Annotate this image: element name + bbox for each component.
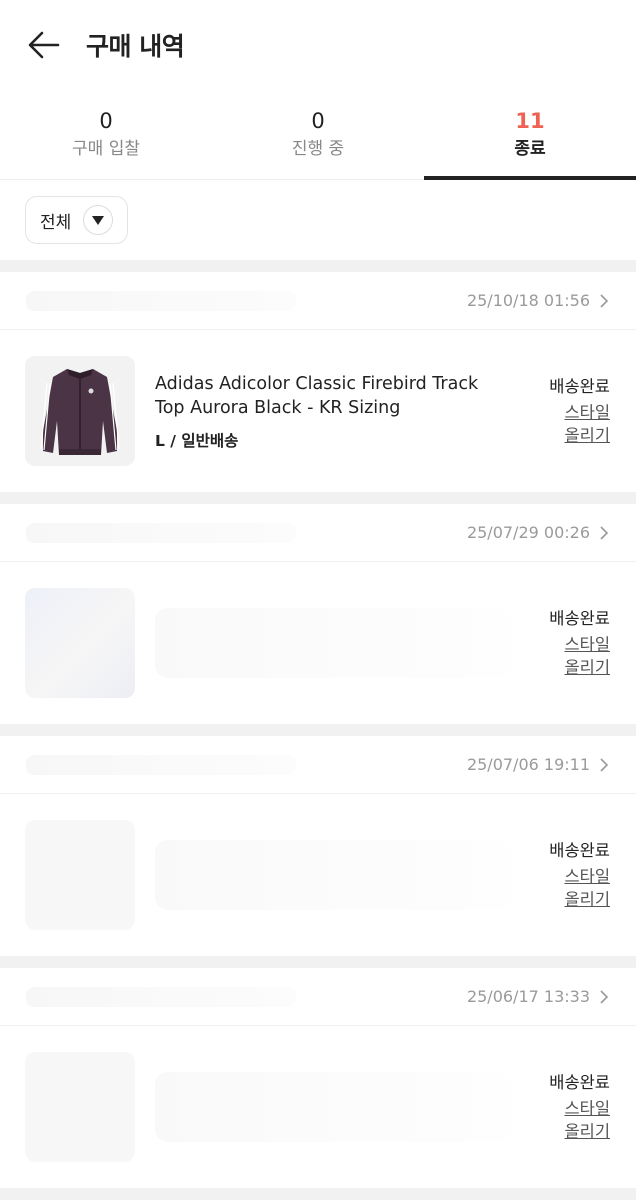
post-style-link[interactable]: 스타일 올리기 bbox=[564, 633, 610, 679]
post-style-link-line1: 스타일 bbox=[564, 403, 610, 422]
section-divider bbox=[0, 260, 636, 272]
order-detail-link[interactable]: 25/06/17 13:33 bbox=[467, 987, 610, 1006]
redacted-order-id bbox=[26, 522, 296, 543]
chevron-right-icon bbox=[600, 525, 609, 540]
order-detail-link[interactable]: 25/10/18 01:56 bbox=[467, 291, 610, 310]
post-style-link[interactable]: 스타일 올리기 bbox=[564, 401, 610, 447]
track-jacket-image bbox=[40, 369, 120, 455]
back-arrow-icon bbox=[28, 31, 60, 59]
section-divider bbox=[0, 956, 636, 968]
post-style-link-line1: 스타일 bbox=[564, 1099, 610, 1118]
status-text: 배송완료 bbox=[549, 377, 610, 396]
filter-label: 전체 bbox=[40, 212, 72, 233]
tab-in-progress[interactable]: 0 진행 중 bbox=[212, 90, 424, 179]
order-status: 배송완료 스타일 올리기 bbox=[524, 1071, 610, 1143]
redacted-product-thumbnail bbox=[25, 1052, 135, 1162]
tab-label: 구매 입찰 bbox=[72, 138, 140, 159]
order-item[interactable]: 배송완료 스타일 올리기 bbox=[0, 562, 636, 724]
section-divider bbox=[0, 724, 636, 736]
status-tabs: 0 구매 입찰 0 진행 중 11 종료 bbox=[0, 90, 636, 180]
redacted-product-info bbox=[155, 1072, 512, 1142]
back-button[interactable] bbox=[26, 27, 62, 63]
redacted-product-info bbox=[155, 608, 512, 678]
order-card: 25/07/29 00:26 배송완료 스타일 올리기 bbox=[0, 504, 636, 724]
order-header: 25/06/17 13:33 bbox=[0, 968, 636, 1026]
order-header: 25/07/06 19:11 bbox=[0, 736, 636, 794]
post-style-link[interactable]: 스타일 올리기 bbox=[564, 1097, 610, 1143]
tab-completed[interactable]: 11 종료 bbox=[424, 90, 636, 180]
tab-bidding[interactable]: 0 구매 입찰 bbox=[0, 90, 212, 179]
dropdown-caret-icon bbox=[83, 205, 114, 235]
tab-count: 11 bbox=[515, 108, 545, 133]
status-text: 배송완료 bbox=[549, 609, 610, 628]
tab-count: 0 bbox=[311, 108, 325, 133]
redacted-product-thumbnail bbox=[25, 820, 135, 930]
redacted-product-thumbnail bbox=[25, 588, 135, 698]
chevron-right-icon bbox=[600, 989, 609, 1004]
product-option: L / 일반배송 bbox=[155, 431, 239, 450]
chevron-right-icon bbox=[600, 757, 609, 772]
product-info: Adidas Adicolor Classic Firebird Track T… bbox=[135, 372, 524, 451]
redacted-order-id bbox=[26, 290, 296, 311]
order-date: 25/06/17 13:33 bbox=[466, 987, 590, 1006]
post-style-link-line2: 올리기 bbox=[564, 658, 610, 677]
page-title: 구매 내역 bbox=[86, 32, 185, 61]
order-header: 25/10/18 01:56 bbox=[0, 272, 636, 330]
order-card: 25/10/18 01:56 Adidas Adicolor Classic F… bbox=[0, 272, 636, 492]
tab-label: 진행 중 bbox=[291, 138, 345, 159]
tab-label: 종료 bbox=[514, 138, 546, 159]
order-card: 25/07/06 19:11 배송완료 스타일 올리기 bbox=[0, 736, 636, 956]
post-style-link-line2: 올리기 bbox=[564, 426, 610, 445]
order-status: 배송완료 스타일 올리기 bbox=[524, 607, 610, 679]
status-text: 배송완료 bbox=[549, 1073, 610, 1092]
order-date: 25/10/18 01:56 bbox=[466, 291, 590, 310]
order-status: 배송완료 스타일 올리기 bbox=[524, 375, 610, 447]
order-card: 25/06/17 13:33 배송완료 스타일 올리기 bbox=[0, 968, 636, 1188]
product-info bbox=[135, 1072, 524, 1142]
app-header: 구매 내역 bbox=[0, 0, 636, 90]
order-status: 배송완료 스타일 올리기 bbox=[524, 839, 610, 911]
order-detail-link[interactable]: 25/07/06 19:11 bbox=[467, 755, 610, 774]
post-style-link-line2: 올리기 bbox=[564, 890, 610, 909]
section-divider bbox=[0, 492, 636, 504]
product-info bbox=[135, 840, 524, 910]
product-thumbnail bbox=[25, 356, 135, 466]
product-info bbox=[135, 608, 524, 678]
filter-dropdown[interactable]: 전체 bbox=[25, 196, 129, 244]
section-divider bbox=[0, 1188, 636, 1200]
post-style-link[interactable]: 스타일 올리기 bbox=[564, 865, 610, 911]
status-text: 배송완료 bbox=[549, 841, 610, 860]
order-header: 25/07/29 00:26 bbox=[0, 504, 636, 562]
order-date: 25/07/06 19:11 bbox=[466, 755, 590, 774]
tab-count: 0 bbox=[99, 108, 113, 133]
product-name: Adidas Adicolor Classic Firebird Track T… bbox=[155, 373, 479, 418]
redacted-product-info bbox=[155, 840, 512, 910]
chevron-right-icon bbox=[600, 293, 609, 308]
order-item[interactable]: 배송완료 스타일 올리기 bbox=[0, 1026, 636, 1188]
order-detail-link[interactable]: 25/07/29 00:26 bbox=[467, 523, 610, 542]
order-item[interactable]: Adidas Adicolor Classic Firebird Track T… bbox=[0, 330, 636, 492]
order-item[interactable]: 배송완료 스타일 올리기 bbox=[0, 794, 636, 956]
order-date: 25/07/29 00:26 bbox=[466, 523, 590, 542]
filter-row: 전체 bbox=[0, 180, 636, 260]
redacted-order-id bbox=[26, 754, 296, 775]
post-style-link-line2: 올리기 bbox=[564, 1122, 610, 1141]
post-style-link-line1: 스타일 bbox=[564, 635, 610, 654]
post-style-link-line1: 스타일 bbox=[564, 867, 610, 886]
redacted-order-id bbox=[26, 986, 296, 1007]
